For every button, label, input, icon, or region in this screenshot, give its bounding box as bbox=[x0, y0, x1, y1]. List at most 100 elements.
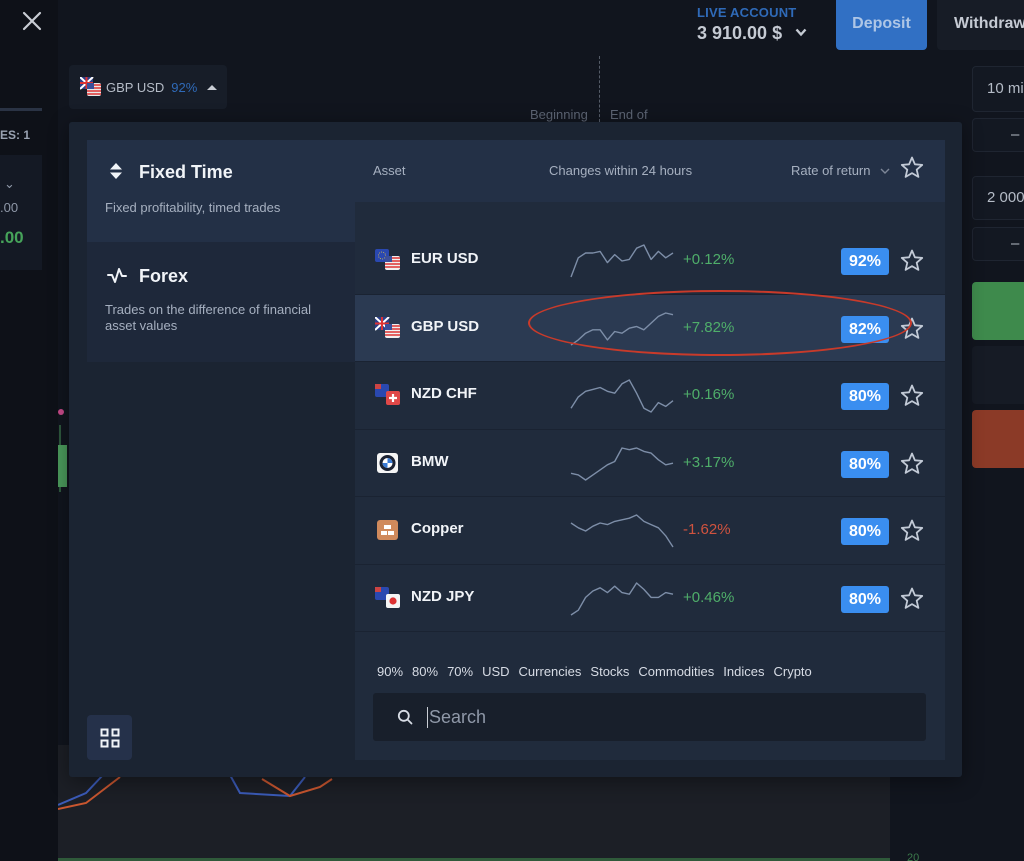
withdraw-button[interactable]: Withdraw bbox=[937, 0, 1024, 50]
column-rate-sort[interactable]: Rate of return bbox=[791, 163, 890, 178]
favorite-star-icon[interactable] bbox=[900, 519, 924, 542]
end-label: End of bbox=[610, 107, 648, 122]
change-24h: +7.82% bbox=[683, 318, 735, 336]
chart-axis-value: 20 bbox=[907, 852, 920, 861]
rate-badge: 80% bbox=[841, 518, 889, 545]
sparkline-line bbox=[570, 311, 674, 346]
close-button[interactable] bbox=[18, 10, 46, 38]
sparkline-line bbox=[570, 581, 674, 616]
call-button[interactable] bbox=[972, 282, 1024, 340]
minus-icon: – bbox=[1011, 126, 1020, 143]
sparkline-chart bbox=[570, 311, 674, 346]
asset-row[interactable]: BMW +3.17% 80% bbox=[355, 430, 945, 497]
asset-name: Copper bbox=[411, 520, 464, 537]
amount-decrement-button[interactable]: – bbox=[972, 227, 1024, 261]
amount-field[interactable]: 2 000 bbox=[972, 176, 1024, 220]
favorite-star-icon[interactable] bbox=[900, 384, 924, 407]
change-24h: +0.16% bbox=[683, 386, 735, 403]
filter-tag[interactable]: USD bbox=[482, 664, 509, 679]
sparkline-chart bbox=[570, 446, 674, 481]
balance-value: 3 910.00 $ bbox=[697, 23, 783, 43]
put-button[interactable] bbox=[972, 410, 1024, 468]
chevron-down-icon[interactable]: ⌄ bbox=[4, 176, 15, 192]
balance-dropdown[interactable]: 3 910.00 $ bbox=[697, 23, 807, 44]
duration-field[interactable]: 10 mi bbox=[972, 66, 1024, 112]
minus-icon: – bbox=[1011, 235, 1020, 252]
rate-badge: 82% bbox=[841, 315, 889, 343]
mode-forex[interactable]: Forex Trades on the difference of financ… bbox=[87, 242, 355, 362]
expiry-divider-line bbox=[599, 56, 600, 122]
gbp-usd-flag-icon bbox=[80, 77, 101, 96]
search-field[interactable] bbox=[373, 693, 926, 741]
filter-tag[interactable]: 80% bbox=[412, 664, 438, 679]
favorites-star-icon[interactable] bbox=[900, 156, 924, 179]
favorite-star-icon[interactable] bbox=[900, 249, 924, 272]
asset-name: EUR USD bbox=[411, 250, 479, 267]
indicator-line-orange bbox=[58, 776, 121, 810]
sparkline-line bbox=[570, 244, 674, 278]
asset-name: NZD JPY bbox=[411, 587, 475, 605]
asset-name: GBP USD bbox=[411, 317, 480, 335]
sparkline-line bbox=[570, 446, 674, 481]
asset-name: NZD CHF bbox=[411, 385, 477, 402]
asset-row[interactable]: NZD JPY +0.46% 80% bbox=[355, 565, 945, 632]
eur-usd-flag-icon bbox=[375, 249, 400, 270]
chart-marker-dot bbox=[58, 409, 64, 415]
search-icon bbox=[397, 709, 413, 725]
column-rate-label: Rate of return bbox=[791, 163, 871, 178]
nzd-jpy-flag-icon bbox=[375, 586, 400, 608]
filter-tag[interactable]: Currencies bbox=[519, 664, 582, 679]
asset-row[interactable]: NZD CHF +0.16% 80% bbox=[355, 362, 945, 430]
beginning-label: Beginning bbox=[530, 107, 588, 122]
sparkline-chart bbox=[570, 581, 674, 616]
filter-tag[interactable]: 90% bbox=[377, 664, 403, 679]
duration-decrement-button[interactable]: – bbox=[972, 118, 1024, 152]
favorite-star-icon[interactable] bbox=[900, 587, 924, 610]
rate-badge: 80% bbox=[841, 383, 889, 410]
favorite-star-icon[interactable] bbox=[900, 452, 924, 475]
mode-title: Forex bbox=[139, 266, 189, 286]
asset-picker-modal: Fixed Time Fixed profitability, timed tr… bbox=[69, 122, 962, 777]
duration-value: 10 mi bbox=[987, 80, 1024, 97]
amount-value: 2 000 bbox=[987, 189, 1024, 206]
bmw-logo-icon bbox=[377, 452, 398, 473]
change-24h: +0.46% bbox=[683, 588, 735, 606]
filter-tag[interactable]: Stocks bbox=[590, 664, 629, 679]
mode-description: Trades on the difference of financial as… bbox=[105, 302, 311, 333]
left-panel-divider bbox=[0, 108, 42, 111]
rate-badge: 80% bbox=[841, 585, 889, 613]
asset-row[interactable]: EUR USD +0.12% 92% bbox=[355, 227, 945, 295]
asset-row[interactable]: GBP USD +7.82% 82% bbox=[355, 294, 945, 362]
change-24h: +3.17% bbox=[683, 453, 735, 471]
payout-info-box bbox=[972, 346, 1024, 404]
deposit-button[interactable]: Deposit bbox=[836, 0, 927, 50]
caret-up-icon bbox=[207, 84, 218, 90]
trades-count-label: ES: 1 bbox=[0, 128, 31, 142]
asset-list-header: Asset Changes within 24 hours Rate of re… bbox=[355, 140, 945, 202]
candle-body bbox=[58, 445, 67, 487]
asset-selector[interactable]: GBP USD 92% bbox=[69, 65, 227, 109]
favorite-star-icon[interactable] bbox=[900, 317, 924, 340]
rate-badge: 92% bbox=[841, 248, 889, 275]
trade-profit-peek: .00 bbox=[0, 228, 24, 247]
filter-tag[interactable]: Indices bbox=[723, 664, 764, 679]
asset-row[interactable]: Copper -1.62% 80% bbox=[355, 497, 945, 565]
filter-tag[interactable]: Crypto bbox=[773, 664, 811, 679]
grid-view-button[interactable] bbox=[87, 715, 132, 760]
pulse-icon bbox=[107, 268, 127, 283]
filter-tag[interactable]: 70% bbox=[447, 664, 473, 679]
filter-tag[interactable]: Commodities bbox=[638, 664, 714, 679]
indicator-line-blue bbox=[58, 774, 104, 806]
change-24h: -1.62% bbox=[683, 521, 731, 538]
filter-tags: 90% 80% 70% USD Currencies Stocks Commodities I… bbox=[377, 664, 812, 679]
change-24h: +0.12% bbox=[683, 251, 735, 268]
asset-list: EUR USD +0.12% 92% GBP USD +7.82% 82% NZD CHF +… bbox=[355, 227, 945, 632]
asset-name: BMW bbox=[411, 452, 449, 470]
search-input[interactable] bbox=[427, 706, 877, 728]
mode-fixed-time[interactable]: Fixed Time Fixed profitability, timed tr… bbox=[87, 140, 355, 242]
mode-title: Fixed Time bbox=[139, 162, 233, 182]
column-changes[interactable]: Changes within 24 hours bbox=[549, 163, 692, 178]
asset-rate: 92% bbox=[171, 79, 198, 95]
column-asset[interactable]: Asset bbox=[373, 163, 406, 178]
chevron-down-icon bbox=[880, 167, 890, 178]
